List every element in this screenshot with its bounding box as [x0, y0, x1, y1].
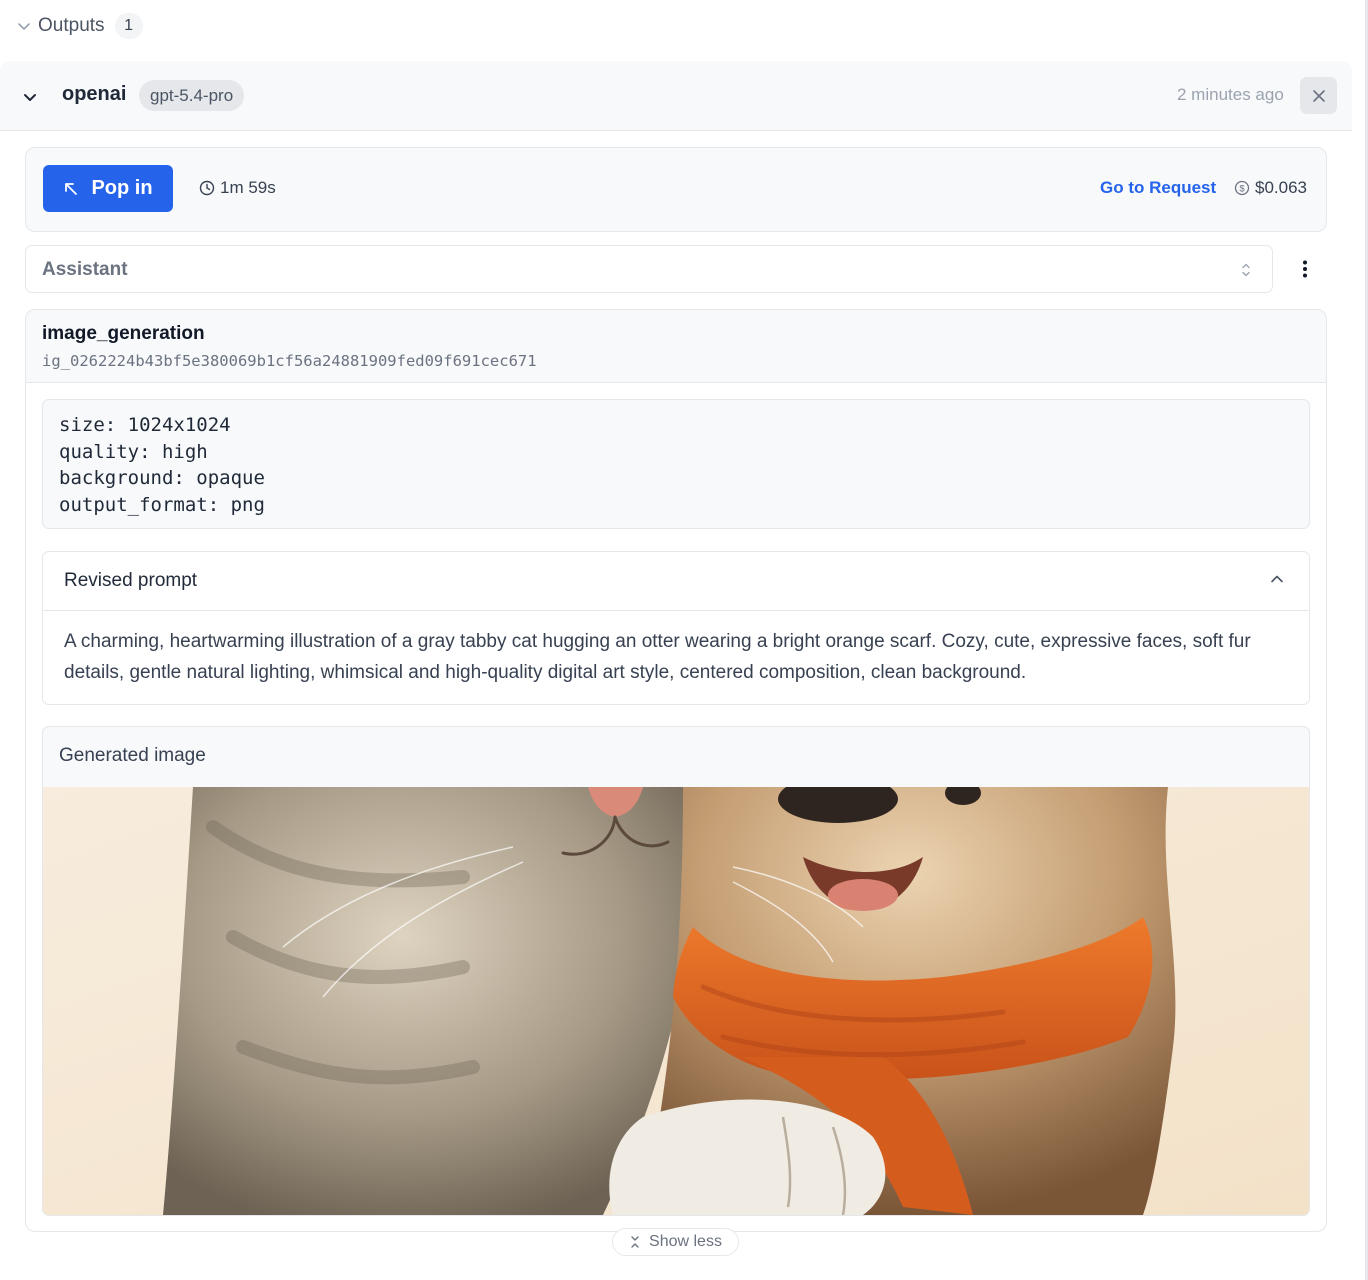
timestamp: 2 minutes ago — [1177, 85, 1284, 104]
image-generation-panel: image_generation ig_0262224b43bf5e380069… — [25, 309, 1327, 1232]
duration-value: 1m 59s — [220, 178, 276, 197]
more-vertical-icon — [1302, 259, 1308, 279]
param-line: output_format: png — [59, 493, 265, 516]
param-line: background: opaque — [59, 467, 265, 489]
go-to-request-link[interactable]: Go to Request — [1100, 178, 1216, 198]
panel-header: image_generation ig_0262224b43bf5e380069… — [26, 310, 1326, 383]
model-badge: gpt-5.4-pro — [139, 80, 245, 111]
provider-name: openai — [62, 83, 127, 105]
revised-prompt-text: A charming, heartwarming illustration of… — [64, 631, 1251, 683]
outputs-section-header[interactable]: Outputs 1 — [14, 10, 143, 42]
outputs-title: Outputs — [38, 15, 105, 36]
generation-id: ig_0262224b43bf5e380069b1cf56a24881909fe… — [42, 352, 537, 370]
more-options-button[interactable] — [1293, 257, 1317, 281]
dollar-circle-icon: $ — [1234, 180, 1250, 196]
svg-text:$: $ — [1239, 184, 1245, 195]
duration: 1m 59s — [199, 178, 276, 198]
chevron-up-icon[interactable] — [1269, 571, 1285, 587]
show-less-button[interactable]: Show less — [612, 1228, 739, 1256]
chevron-down-icon[interactable] — [18, 85, 42, 109]
close-icon — [1311, 88, 1327, 104]
revised-prompt-title: Revised prompt — [64, 570, 198, 591]
param-line: quality: high — [59, 440, 208, 463]
pop-in-button[interactable]: Pop in — [43, 165, 173, 212]
clock-icon — [199, 180, 215, 196]
panel-title: image_generation — [42, 323, 205, 344]
params-code-block: size: 1024x1024 quality: high background… — [42, 399, 1310, 529]
provider-row: openai gpt-5.4-pro 2 minutes ago — [0, 61, 1352, 131]
collapse-icon — [629, 1235, 641, 1249]
outputs-count-badge: 1 — [114, 13, 143, 39]
chevron-up-down-icon — [1240, 261, 1252, 279]
generated-image-title: Generated image — [59, 745, 206, 766]
param-line: size: 1024x1024 — [59, 414, 231, 436]
role-select-value: Assistant — [42, 259, 128, 280]
revised-prompt-section: Revised prompt A charming, heartwarming … — [42, 551, 1310, 705]
arrow-up-left-icon — [63, 181, 79, 197]
output-toolbar: Pop in 1m 59s Go to Request $ $0.063 — [25, 147, 1327, 232]
cost-value: $0.063 — [1255, 178, 1307, 197]
chevron-down-icon[interactable] — [14, 16, 34, 36]
role-select[interactable]: Assistant — [25, 245, 1273, 293]
close-button[interactable] — [1300, 77, 1337, 114]
pop-in-label: Pop in — [91, 177, 153, 199]
show-less-label: Show less — [649, 1233, 722, 1250]
revised-prompt-header[interactable]: Revised prompt — [43, 552, 1309, 611]
cost: $ $0.063 — [1234, 178, 1307, 198]
generated-image-section: Generated image — [42, 726, 1310, 1216]
generated-image[interactable] — [43, 787, 1310, 1215]
